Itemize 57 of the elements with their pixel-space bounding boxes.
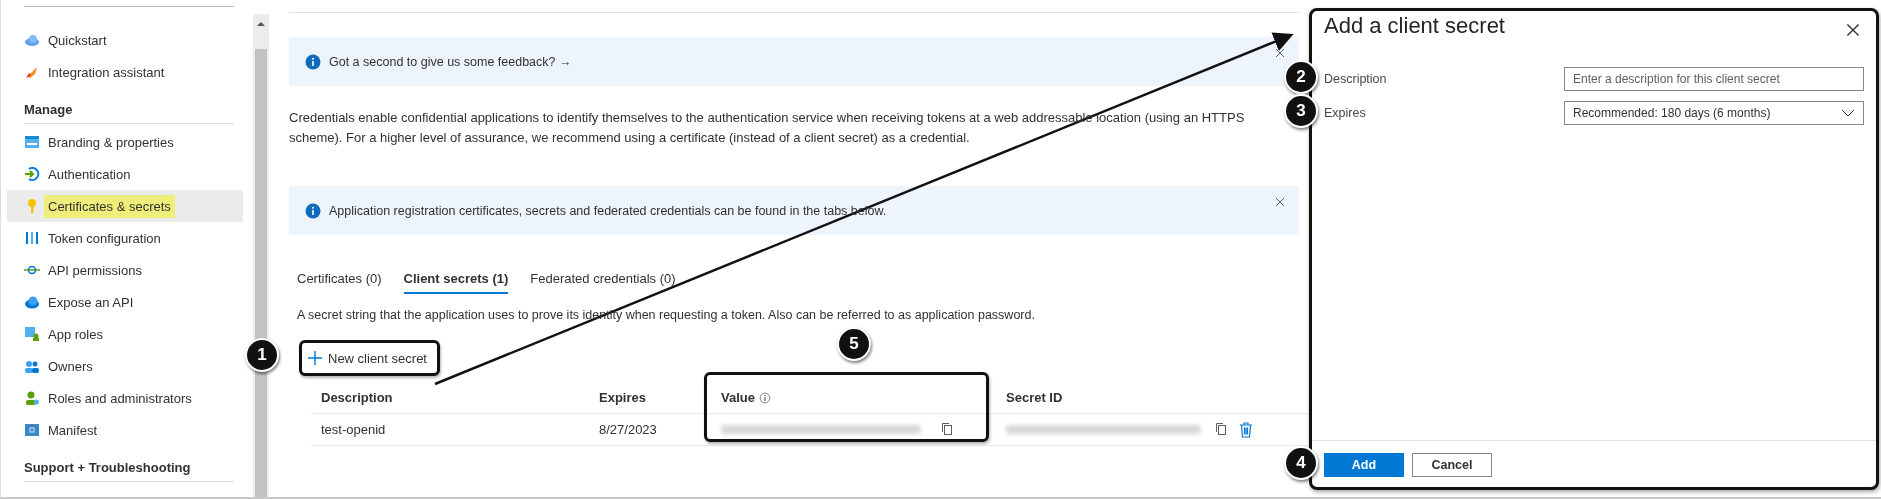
section-heading: Manage [24,96,234,124]
tab[interactable]: Certificates (0) [297,267,382,294]
delete-icon[interactable] [1239,421,1253,438]
close-icon[interactable] [1846,23,1860,37]
callout-number: 5 [837,327,871,361]
cloud-icon [24,294,40,310]
info-icon [305,53,321,70]
nav-item[interactable]: App roles [7,318,243,350]
nav-item[interactable]: Owners [7,350,243,382]
people-icon [24,358,40,374]
field-label: Description [1324,72,1387,86]
card-icon [24,134,40,150]
tab[interactable]: Federated credentials (0) [530,267,676,294]
cancel-button[interactable]: Cancel [1412,453,1492,477]
banner-text[interactable]: Got a second to give us some feedback? → [329,54,572,69]
table-cell: 8/27/2023 [599,422,657,437]
add-button[interactable]: Add [1324,453,1404,477]
bars-icon [24,230,40,246]
nav-item[interactable]: Manifest [7,414,243,446]
nav-item[interactable]: Authentication [7,158,243,190]
nav-item[interactable]: Token configuration [7,222,243,254]
plus-icon [308,351,322,365]
section-heading: Support + Troubleshooting [24,454,234,482]
nav-item[interactable]: Branding & properties [7,126,243,158]
sign-in-arrow-icon [24,166,40,182]
nav-item[interactable]: Expose an API [7,286,243,318]
copy-icon[interactable] [1215,421,1227,435]
callout-number: 1 [245,338,279,372]
nav-item[interactable]: Quickstart [7,24,243,56]
callout-number: 3 [1284,94,1318,128]
cloud-icon [24,32,40,48]
column-header: Description [321,390,393,405]
scroll-up-icon[interactable] [257,21,265,27]
person-icon [24,390,40,406]
nav-item[interactable]: Integration assistant [7,56,243,88]
manifest-icon [24,422,40,438]
nav-item[interactable]: Roles and administrators [7,382,243,414]
table-cell: test-openid [321,422,386,437]
column-header: Value [721,390,755,405]
description-field[interactable]: Enter a description for this client secret [1564,67,1864,91]
nav-item[interactable]: API permissions [7,254,243,286]
nav-item[interactable]: Certificates & secrets [7,190,243,222]
column-header: Secret ID [1006,390,1063,405]
copy-icon[interactable] [941,421,953,435]
close-icon[interactable] [1275,47,1285,57]
tab[interactable]: Client secrets (1) [403,267,509,294]
scrollbar[interactable] [253,14,269,497]
chevron-down-icon [1841,109,1855,117]
callout-number: 2 [1284,60,1318,94]
info-icon [305,202,321,219]
callout-number: 4 [1284,446,1318,480]
field-label: Expires [1324,106,1366,120]
expires-dropdown[interactable]: Recommended: 180 days (6 months) [1564,101,1864,125]
grid-people-icon [24,326,40,342]
intro-paragraph: Credentials enable confidential applications to identify themselves to the authentication service when receiving tokens at a web addressable location (using an HTTPS scheme). For a higher level of assurance, we recommend using a certificate (instead of a client secret) as a credential. [289,109,1246,147]
column-header: Expires [599,390,646,405]
panel-title: Add a client secret [1323,12,1505,39]
